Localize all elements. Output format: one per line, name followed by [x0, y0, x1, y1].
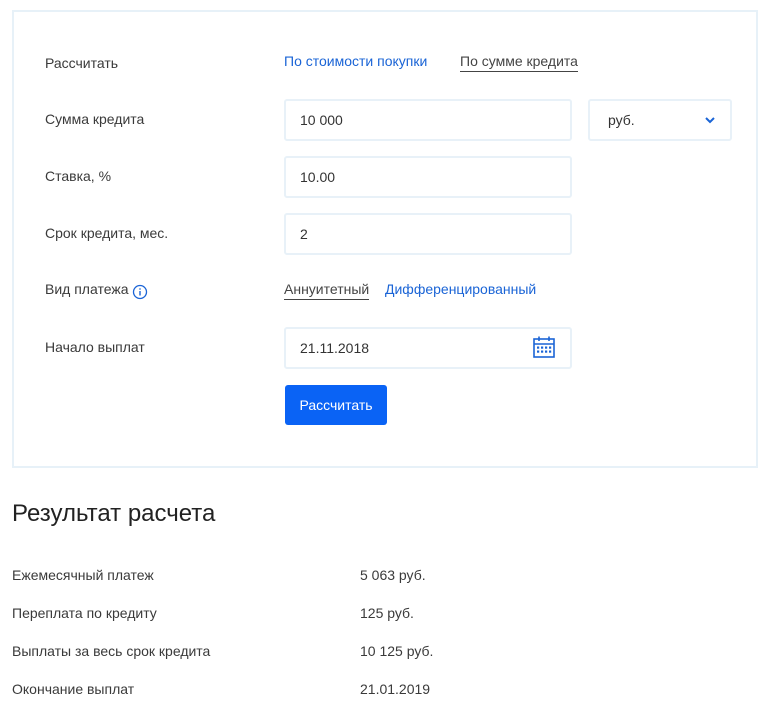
credit-calculator-form: Рассчитать По стоимости покупки По сумме…: [12, 10, 758, 468]
start-date-field[interactable]: 21.11.2018: [284, 327, 572, 369]
result-title: Результат расчета: [12, 500, 216, 527]
start-label: Начало выплат: [45, 339, 145, 355]
result-total-value: 10 125 руб.: [360, 643, 434, 659]
calc-by-label: Рассчитать: [45, 55, 119, 71]
tab-by-amount[interactable]: По сумме кредита: [460, 53, 578, 72]
result-total-label: Выплаты за весь срок кредита: [12, 643, 211, 659]
currency-value: руб.: [608, 112, 635, 128]
payment-diff-option[interactable]: Дифференцированный: [385, 281, 536, 297]
term-label: Срок кредита, мес.: [45, 225, 169, 241]
result-end-value: 21.01.2019: [360, 681, 431, 697]
term-field[interactable]: 2: [284, 213, 572, 255]
calendar-icon[interactable]: [532, 335, 556, 359]
currency-select[interactable]: руб.: [588, 99, 732, 141]
amount-field[interactable]: 10 000: [284, 99, 572, 141]
start-date-value: 21.11.2018: [300, 340, 370, 356]
rate-field[interactable]: 10.00: [284, 156, 572, 198]
amount-label: Сумма кредита: [45, 111, 145, 127]
rate-label: Ставка, %: [45, 168, 112, 184]
result-overpay-label: Переплата по кредиту: [12, 605, 157, 621]
tab-by-price[interactable]: По стоимости покупки: [284, 53, 427, 69]
calculate-button[interactable]: Рассчитать: [285, 385, 387, 425]
result-end-label: Окончание выплат: [12, 681, 135, 697]
info-icon[interactable]: [132, 284, 148, 300]
result-monthly-value: 5 063 руб.: [360, 567, 426, 583]
payment-type-label: Вид платежа: [45, 281, 129, 297]
result-overpay-value: 125 руб.: [360, 605, 414, 621]
result-monthly-label: Ежемесячный платеж: [12, 567, 154, 583]
payment-annuity-option[interactable]: Аннуитетный: [284, 281, 370, 300]
chevron-down-icon: [705, 117, 715, 124]
